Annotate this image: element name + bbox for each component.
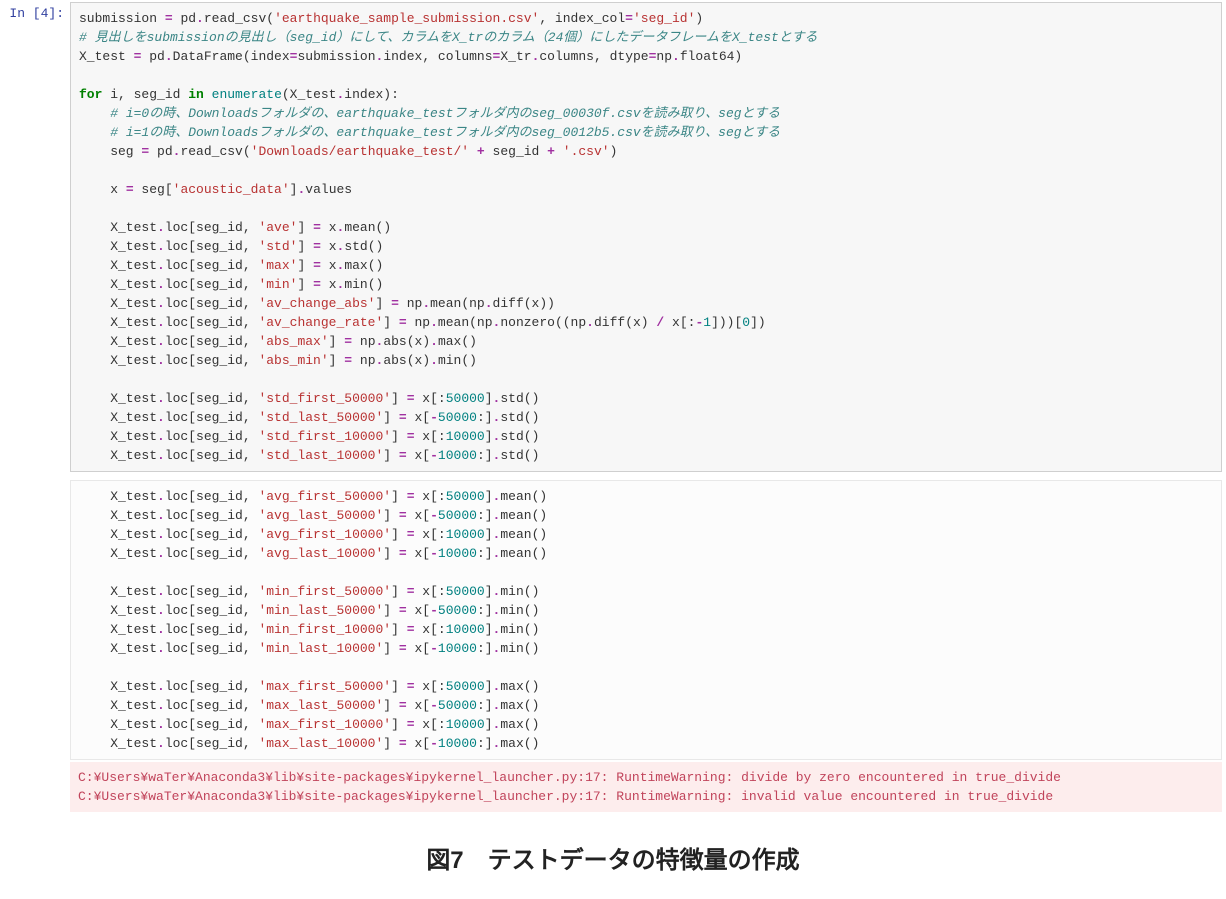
code-block-2: X_test.loc[seg_id, 'avg_first_50000'] = … [79,487,1213,753]
code-input-area[interactable]: submission = pd.read_csv('earthquake_sam… [70,2,1222,472]
stderr-text: C:¥Users¥waTer¥Anaconda3¥lib¥site-packag… [78,768,1214,806]
figure-caption: 図7 テストデータの特徴量の作成 [0,814,1226,899]
code-block-1: submission = pd.read_csv('earthquake_sam… [79,9,1213,465]
input-prompt: In [4]: [0,0,70,21]
code-continuation-area[interactable]: X_test.loc[seg_id, 'avg_first_50000'] = … [70,480,1222,760]
stderr-output: C:¥Users¥waTer¥Anaconda3¥lib¥site-packag… [70,762,1222,812]
code-cell: In [4]: submission = pd.read_csv('earthq… [0,0,1226,474]
